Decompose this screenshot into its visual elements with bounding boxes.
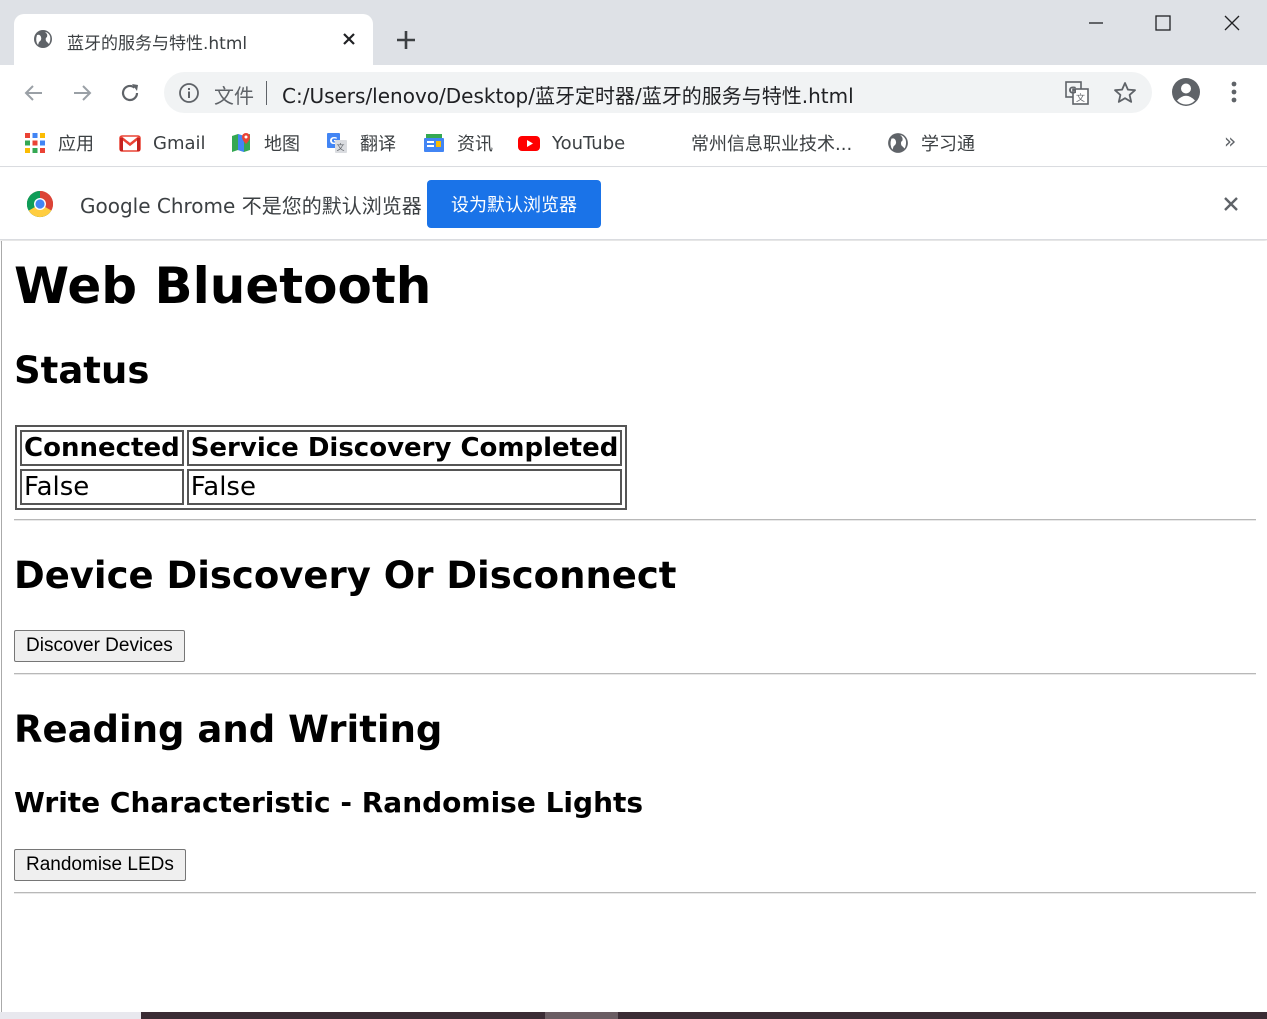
translate-icon[interactable]: G文	[1064, 80, 1090, 106]
bookmark-youtube[interactable]: YouTube	[518, 130, 625, 156]
divider	[14, 892, 1256, 894]
bookmark-xuexitong[interactable]: 学习通	[887, 130, 975, 156]
infobar-message: Google Chrome 不是您的默认浏览器	[80, 194, 422, 218]
connected-value: False	[20, 469, 184, 505]
active-tab[interactable]: 蓝牙的服务与特性.html	[14, 14, 373, 65]
bookmark-label: 地图	[264, 134, 300, 155]
default-browser-infobar: Google Chrome 不是您的默认浏览器 设为默认浏览器	[0, 168, 1267, 240]
bookmark-label: 常州信息职业技术...	[691, 134, 853, 155]
profile-avatar-icon[interactable]	[1170, 76, 1202, 108]
status-heading: Status	[14, 349, 150, 392]
page-content: Web Bluetooth Status Connected Service D…	[1, 241, 1267, 1012]
close-window-icon[interactable]	[1217, 8, 1247, 38]
svg-text:文: 文	[337, 142, 345, 152]
reload-icon[interactable]	[114, 77, 146, 109]
bookmark-label: YouTube	[552, 132, 626, 154]
reading-writing-heading: Reading and Writing	[14, 708, 443, 751]
maps-icon	[230, 132, 252, 154]
url-text[interactable]: C:/Users/lenovo/Desktop/蓝牙定时器/蓝牙的服务与特性.h…	[282, 80, 854, 109]
bookmark-translate[interactable]: G文 翻译	[326, 130, 396, 156]
translate-icon: G文	[326, 132, 348, 154]
bookmark-label: Gmail	[153, 132, 206, 154]
close-tab-icon[interactable]	[339, 29, 359, 49]
tab-strip: 蓝牙的服务与特性.html	[0, 0, 1267, 65]
browser-toolbar: 文件 C:/Users/lenovo/Desktop/蓝牙定时器/蓝牙的服务与特…	[0, 65, 1267, 121]
set-default-browser-button[interactable]: 设为默认浏览器	[427, 180, 601, 228]
close-infobar-icon[interactable]	[1220, 193, 1242, 215]
randomise-leds-button[interactable]: Randomise LEDs	[14, 849, 186, 881]
bookmark-apps[interactable]: 应用	[24, 130, 94, 156]
bookmark-czitc[interactable]: 常州信息职业技术...	[691, 130, 852, 156]
discovery-heading: Device Discovery Or Disconnect	[14, 554, 677, 597]
bookmarks-bar: 应用 Gmail 地图 G文 翻译 资讯 YouTube 常州信息职业技术...	[0, 121, 1267, 167]
taskbar-highlight	[545, 1012, 618, 1019]
bookmark-label: 翻译	[360, 134, 396, 155]
tab-title: 蓝牙的服务与特性.html	[67, 34, 248, 54]
minimize-icon[interactable]	[1081, 8, 1111, 38]
header-connected: Connected	[20, 430, 184, 466]
chrome-logo-icon	[26, 190, 54, 218]
write-characteristic-heading: Write Characteristic - Randomise Lights	[14, 786, 644, 819]
new-tab-icon[interactable]	[393, 27, 419, 53]
divider	[14, 519, 1256, 521]
scheme-divider	[266, 81, 267, 105]
table-row: False False	[20, 469, 623, 505]
svg-text:文: 文	[1076, 92, 1085, 104]
maximize-icon[interactable]	[1148, 8, 1178, 38]
bookmark-label: 学习通	[921, 134, 975, 155]
service-discovery-value: False	[186, 469, 623, 505]
taskbar-edge	[141, 1012, 1267, 1019]
info-icon[interactable]	[178, 82, 200, 104]
globe-icon	[33, 29, 53, 49]
table-header-row: Connected Service Discovery Completed	[20, 430, 623, 466]
bookmark-star-icon[interactable]	[1112, 80, 1138, 106]
forward-arrow-icon[interactable]	[66, 77, 98, 109]
globe-icon	[887, 132, 909, 154]
youtube-icon	[518, 132, 540, 154]
back-arrow-icon[interactable]	[18, 77, 50, 109]
header-service-discovery: Service Discovery Completed	[186, 430, 623, 466]
more-menu-icon[interactable]	[1222, 77, 1246, 109]
divider	[14, 673, 1256, 675]
status-table: Connected Service Discovery Completed Fa…	[15, 425, 628, 510]
desktop-background	[0, 1012, 1267, 1019]
bookmark-label: 资讯	[457, 134, 493, 155]
news-icon	[423, 132, 445, 154]
apps-grid-icon	[24, 132, 46, 154]
address-bar[interactable]: 文件 C:/Users/lenovo/Desktop/蓝牙定时器/蓝牙的服务与特…	[164, 72, 1152, 113]
bookmark-gmail[interactable]: Gmail	[119, 130, 206, 156]
page-title: Web Bluetooth	[14, 257, 432, 315]
bookmarks-overflow-chevron[interactable]: »	[1224, 129, 1236, 153]
bookmark-maps[interactable]: 地图	[230, 130, 300, 156]
gmail-icon	[119, 132, 141, 154]
bookmark-label: 应用	[58, 134, 94, 155]
bookmark-news[interactable]: 资讯	[423, 130, 493, 156]
discover-devices-button[interactable]: Discover Devices	[14, 630, 185, 662]
scheme-label: 文件	[214, 84, 254, 108]
